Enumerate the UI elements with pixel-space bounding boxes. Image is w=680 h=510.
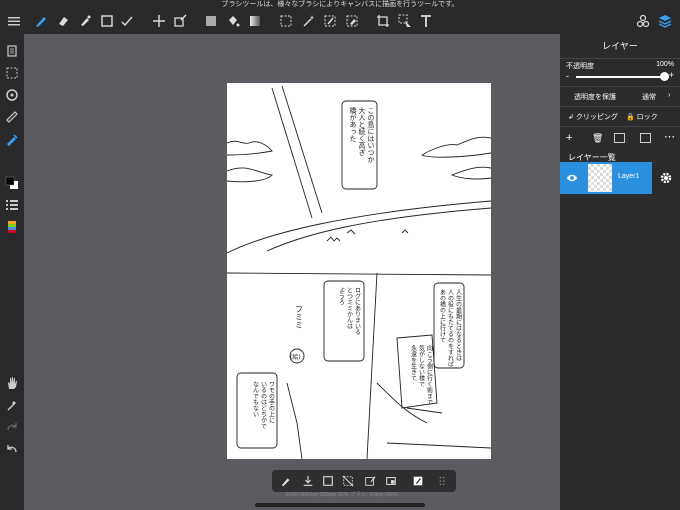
- layer-name: Layer1: [618, 173, 640, 180]
- visibility-eye-icon[interactable]: [566, 171, 578, 183]
- panel3-note-line: 永遠を生きて: [410, 344, 417, 381]
- opacity-slider[interactable]: [576, 72, 669, 81]
- canvas[interactable]: この島にはいつか 大人と続く高ぎ 橋があったログにありまいる とつミミかんは ようろフミ…: [227, 83, 491, 459]
- move-icon[interactable]: [150, 12, 168, 30]
- manga-drawing: この島にはいつか大人と続く高ぎ橋があったログにありまいるとつミミかんはようろフミ…: [227, 85, 491, 459]
- status-text: 2026*2664px 350dpi 32% ブラシ: 5.0px 100%: [285, 492, 399, 498]
- panel1-bubble-line: 大人と続く高ぎ: [358, 106, 366, 156]
- lock-icon: 🔒: [626, 114, 635, 121]
- select-move-icon[interactable]: [396, 12, 414, 30]
- panel2-bubble-line: とつミミかんは: [346, 287, 353, 330]
- top-toolbar: ブラシツールは、様々なブラシによりキャンバスに描画を行うツールです。: [0, 0, 680, 34]
- rotate-icon[interactable]: [3, 86, 21, 104]
- delete-layer-icon[interactable]: 🗑: [592, 133, 603, 144]
- smudge-icon[interactable]: [76, 12, 94, 30]
- panel2-bubble-line: ログにありまいる: [354, 287, 361, 335]
- panel1-bubble-line: この島にはいつか: [367, 107, 375, 163]
- panel3-bubble-line: 人生の最期にはなるときは: [455, 289, 462, 362]
- materials-icon[interactable]: [634, 12, 652, 30]
- grip-icon[interactable]: [434, 473, 450, 489]
- blend-mode-chevron-icon[interactable]: ›: [668, 92, 670, 99]
- clipping-button[interactable]: ↲ クリッピング: [568, 112, 618, 122]
- opacity-value: 100%: [656, 61, 674, 68]
- hint-text: ブラシツールは、様々なブラシによりキャンバスに描画を行うツールです。: [221, 1, 459, 8]
- color-swatch-icon[interactable]: [3, 174, 21, 192]
- transform-icon[interactable]: [171, 12, 189, 30]
- eyedropper-icon[interactable]: [3, 396, 21, 414]
- protect-alpha-button[interactable]: 透明度を保護: [574, 92, 616, 102]
- panel3-note-line: 向こう側に行く術まで: [426, 344, 433, 405]
- import-icon[interactable]: [300, 473, 316, 489]
- more-options-icon[interactable]: ⋯: [664, 130, 675, 143]
- duplicate-layer-icon[interactable]: [614, 133, 625, 143]
- select-rect-icon[interactable]: [277, 12, 295, 30]
- panel2-bubble-line: ようろ: [338, 287, 345, 306]
- brush-icon[interactable]: [32, 12, 50, 30]
- opacity-slider-knob[interactable]: [660, 72, 669, 81]
- opacity-minus-button[interactable]: -: [566, 71, 569, 81]
- panel3-bubble-line: あの橋の上に行けて: [439, 289, 446, 343]
- opacity-slider-fill: [576, 76, 664, 78]
- pen-icon[interactable]: [3, 130, 21, 148]
- quick-toolbar: [272, 470, 456, 492]
- fill-tool-icon[interactable]: [410, 473, 426, 489]
- ruler-icon[interactable]: [3, 108, 21, 126]
- add-layer-icon[interactable]: +: [566, 132, 572, 144]
- layer-row-layer1[interactable]: Layer1: [560, 162, 652, 194]
- clipping-label: クリッピング: [575, 114, 618, 121]
- divider: [560, 126, 680, 127]
- layer-panel-title: レイヤー: [602, 41, 638, 51]
- layers-icon[interactable]: [656, 12, 674, 30]
- layer-settings-gear-icon[interactable]: [659, 171, 673, 185]
- opacity-plus-button[interactable]: +: [669, 70, 674, 80]
- select-eraser-icon[interactable]: [343, 12, 361, 30]
- layer-folder-icon[interactable]: [640, 133, 651, 143]
- panel4-bubble-line: ワモの手の上に: [268, 381, 275, 423]
- divider: [560, 58, 680, 59]
- opacity-label: 不透明度: [566, 63, 594, 70]
- panel4-bubble-line: いるのはどちかで: [260, 381, 267, 429]
- redo-icon[interactable]: [3, 418, 21, 436]
- left-toolbar: [0, 34, 24, 510]
- panel2-sfx-line: フミミ: [295, 305, 304, 329]
- menu-icon[interactable]: [5, 12, 23, 30]
- divider: [560, 86, 680, 87]
- clear-selection-icon[interactable]: [362, 473, 378, 489]
- select-pen-icon[interactable]: [321, 12, 339, 30]
- panel4-bubble-line: なんでもない: [252, 381, 259, 417]
- rect-icon[interactable]: [98, 12, 116, 30]
- crop-icon[interactable]: [374, 12, 392, 30]
- lock-label: ロック: [636, 114, 658, 121]
- magic-wand-icon[interactable]: [299, 12, 317, 30]
- hand-icon[interactable]: [3, 374, 21, 392]
- panel3-bubble-line: 人の役にもたてるのをすれば: [447, 289, 454, 368]
- panel2-label: (絵): [290, 353, 301, 361]
- pen-curve-icon[interactable]: [118, 12, 136, 30]
- layer-list-icon[interactable]: [3, 196, 21, 214]
- divider: [560, 106, 680, 107]
- bucket-icon[interactable]: [224, 12, 242, 30]
- layer-thumbnail: [588, 164, 612, 192]
- lock-button[interactable]: 🔒 ロック: [626, 112, 658, 122]
- home-indicator: [255, 503, 425, 507]
- deselect-icon[interactable]: [340, 473, 356, 489]
- brush-select-icon[interactable]: [278, 473, 294, 489]
- clipping-icon: ↲: [568, 114, 574, 121]
- transform-selection-icon[interactable]: [383, 473, 399, 489]
- selection-icon[interactable]: [3, 64, 21, 82]
- blend-mode-select[interactable]: 通常: [642, 92, 656, 102]
- panel3-note-line: 気がしない様で: [418, 344, 425, 387]
- fill-color-icon[interactable]: [202, 12, 220, 30]
- pages-icon[interactable]: [3, 42, 21, 60]
- panel1-bubble-line: 橋があった: [349, 106, 357, 142]
- eraser-icon[interactable]: [54, 12, 72, 30]
- text-icon[interactable]: [417, 12, 435, 30]
- gradient-icon[interactable]: [246, 12, 264, 30]
- palette-icon[interactable]: [3, 218, 21, 236]
- select-all-icon[interactable]: [320, 473, 336, 489]
- layer-panel: レイヤー 不透明度 100% - + 透明度を保護 通常 › ↲ クリッピング …: [560, 34, 680, 510]
- undo-icon[interactable]: [3, 440, 21, 458]
